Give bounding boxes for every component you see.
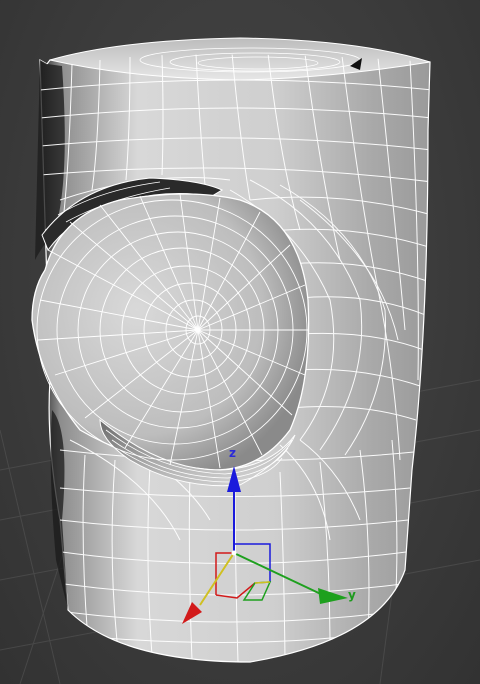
3d-viewport[interactable]: z y bbox=[0, 0, 480, 684]
viewport-canvas[interactable] bbox=[0, 0, 480, 684]
